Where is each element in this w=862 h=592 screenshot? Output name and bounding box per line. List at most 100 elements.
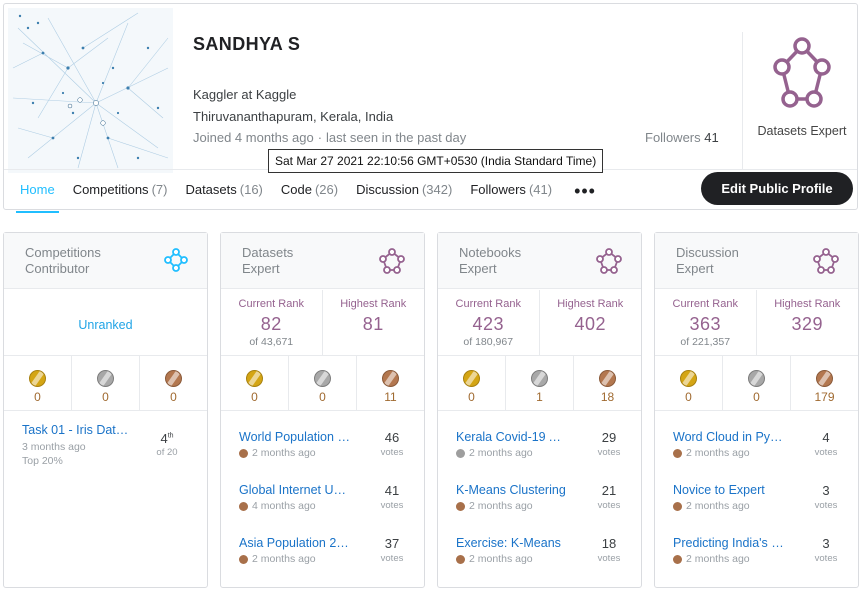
tab-label: Followers [470,182,526,197]
joined-text[interactable]: Joined 4 months ago [193,130,314,145]
bronze-medal-icon [239,448,248,458]
gold-medal-icon [29,370,46,387]
competition-item: Task 01 - Iris Dataset 3 months ago Top 2… [4,413,207,483]
current-rank: Current Rank 363 of 221,357 [655,290,757,355]
bronze-medal-icon [599,370,616,387]
competition-percentile: Top 20% [22,455,63,467]
card-header: Notebooks Expert [438,233,641,289]
card-title-line: Contributor [25,261,90,276]
item-title-link[interactable]: Asia Population 2020 [239,536,351,550]
card-header: Discussion Expert [655,233,858,289]
vote-count: 4 [822,430,830,445]
timestamp-tooltip: Sat Mar 27 2021 22:10:56 GMT+0530 (India… [268,149,604,173]
card-title-line: Discussion [676,245,739,260]
silver-count: 0 [753,390,760,404]
competitions-contributor-icon [164,248,188,272]
item-meta: 4 months ago [239,500,316,512]
current-rank: Current Rank 82 of 43,671 [221,290,323,355]
medal-row: 0 0 11 [221,356,424,411]
vote-label: votes [597,500,621,511]
item-title-link[interactable]: Exercise: K-Means [456,536,568,550]
header-divider [742,32,743,170]
item-meta: 2 months ago [673,500,750,512]
medal-row: 0 0 0 [4,356,207,411]
more-options-icon[interactable]: ••• [574,181,596,202]
list-item: Word Cloud in Python 2 months ago 4 vote… [655,413,858,466]
tab-datasets[interactable]: Datasets (16) [185,182,262,208]
item-title-link[interactable]: Global Internet Users [239,483,351,497]
current-rank-of: of 43,671 [249,336,294,348]
network-graph-image [8,8,173,173]
profile-location: Thiruvananthapuram, Kerala, India [193,109,394,124]
tab-label: Discussion [356,182,419,197]
bronze-medal-icon [165,370,182,387]
tab-count: (41) [528,182,553,197]
gold-medal-icon [246,370,263,387]
item-meta: 2 months ago [239,447,316,459]
vote-label: votes [597,447,621,458]
profile-tabs: Home Competitions (7) Datasets (16) Code (2… [16,181,596,213]
profile-name: SANDHYA S [193,34,301,54]
bronze-medal-icon [673,448,682,458]
bronze-medal-icon [673,501,682,511]
datasets-expert-icon [773,37,831,108]
item-title-link[interactable]: Novice to Expert [673,483,785,497]
highest-rank-label: Highest Rank [774,298,841,310]
item-title-link[interactable]: World Population Dataset [239,430,351,444]
silver-medal-cell: 0 [289,356,357,410]
competition-title-link[interactable]: Task 01 - Iris Dataset [22,423,134,437]
expert-tier-icon [596,248,622,274]
item-votes: 18 votes [589,536,629,564]
bronze-count: 18 [600,390,615,404]
card-title-line: Expert [459,261,497,276]
gold-medal-icon [680,370,697,387]
tab-home[interactable]: Home [16,182,59,213]
competition-rank: 4th of 20 [147,431,187,458]
current-rank-value: 82 [260,314,282,334]
bronze-medal-icon [239,501,248,511]
item-date: 2 months ago [469,553,533,565]
bronze-count: 0 [170,390,177,404]
vote-count: 46 [384,430,400,445]
bronze-count: 179 [814,390,835,404]
edit-public-profile-button[interactable]: Edit Public Profile [701,172,853,205]
item-title-link[interactable]: Predicting India's Population [673,536,785,550]
tab-code[interactable]: Code (26) [281,182,338,208]
last-seen-text: last seen in the past day [326,130,467,145]
followers-count[interactable]: Followers 41 [645,130,719,145]
highest-rank-label: Highest Rank [557,298,624,310]
tab-discussion[interactable]: Discussion (342) [356,182,452,208]
card-header: Competitions Contributor [4,233,207,289]
item-votes: 4 votes [806,430,846,458]
profile-avatar[interactable] [8,8,173,173]
item-list: World Population Dataset 2 months ago 46… [221,413,424,572]
item-title-link[interactable]: Kerala Covid-19 Analysis [456,430,568,444]
current-rank-label: Current Rank [455,298,521,310]
silver-medal-icon [314,370,331,387]
competition-position: 4th [147,431,187,446]
item-votes: 37 votes [372,536,412,564]
item-meta: 2 months ago [239,553,316,565]
vote-count: 18 [601,536,617,551]
profile-header-card: SANDHYA S Kaggler at Kaggle Thiruvananth… [3,3,858,213]
silver-count: 0 [102,390,109,404]
item-title-link[interactable]: K-Means Clustering [456,483,568,497]
vote-count: 37 [384,536,400,551]
card-title-line: Expert [242,261,280,276]
bronze-medal-icon [239,554,248,564]
item-list: Word Cloud in Python 2 months ago 4 vote… [655,413,858,572]
tab-count: (26) [314,182,339,197]
silver-count: 1 [536,390,543,404]
item-title-link[interactable]: Word Cloud in Python [673,430,785,444]
highest-rank: Highest Rank 81 [323,290,425,355]
vote-count: 29 [601,430,617,445]
tab-label: Datasets [185,182,237,197]
unranked-label: Unranked [78,318,133,332]
separator-dot: · [317,130,323,145]
tab-followers[interactable]: Followers (41) [470,182,552,208]
card-title: Competitions Contributor [25,245,135,277]
card-title-line: Datasets [242,245,294,260]
vote-label: votes [380,500,404,511]
tab-competitions[interactable]: Competitions (7) [73,182,168,208]
gold-medal-cell: 0 [655,356,723,410]
